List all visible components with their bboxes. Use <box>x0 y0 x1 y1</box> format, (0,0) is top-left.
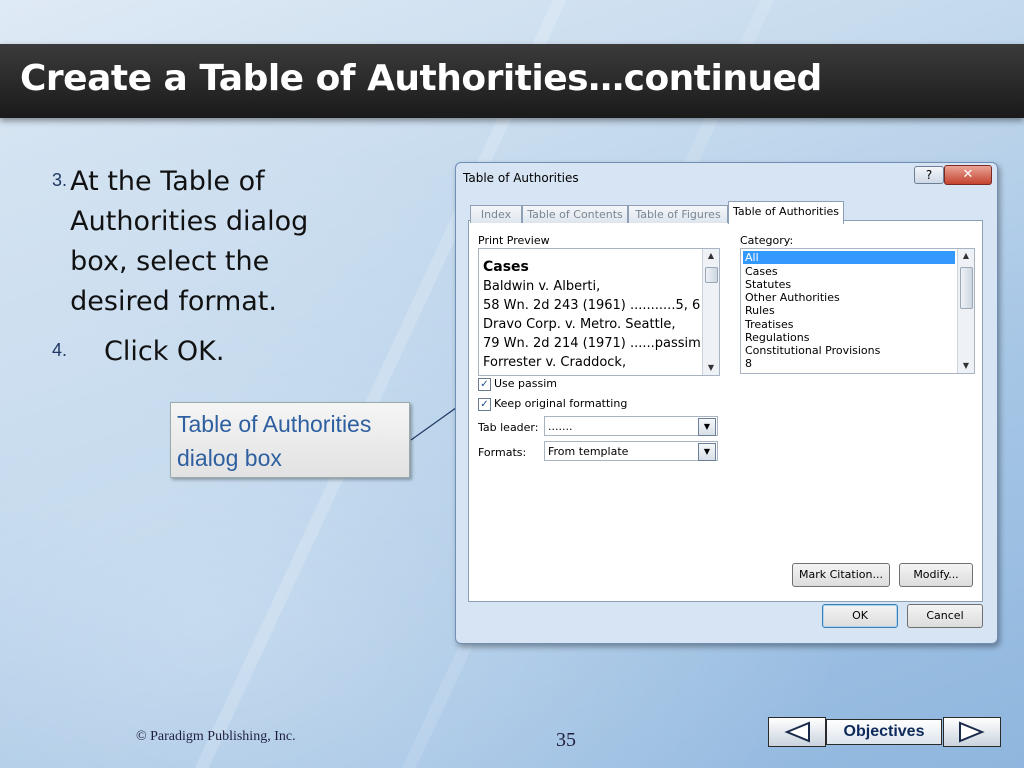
keep-formatting-label: Keep original formatting <box>494 397 628 410</box>
mark-citation-button[interactable]: Mark Citation... <box>792 563 890 587</box>
category-label: Category: <box>740 234 794 247</box>
print-preview-box[interactable]: Cases Baldwin v. Alberti, 58 Wn. 2d 243 … <box>478 248 720 376</box>
category-item-treatises[interactable]: Treatises <box>743 318 955 331</box>
help-button[interactable]: ? <box>914 166 944 184</box>
category-item-cases[interactable]: Cases <box>743 265 955 278</box>
objectives-button[interactable]: Objectives <box>826 719 942 745</box>
right-triangle-icon <box>959 721 985 743</box>
preview-line: 58 Wn. 2d 243 (1961) ...........5, 6 <box>483 298 701 313</box>
tab-table-of-figures[interactable]: Table of Figures <box>628 205 728 223</box>
slide-navigation: Objectives <box>768 717 1001 747</box>
scroll-thumb[interactable] <box>960 267 973 309</box>
scroll-up-icon[interactable]: ▲ <box>703 249 719 263</box>
page-number: 35 <box>556 729 576 751</box>
category-item-rules[interactable]: Rules <box>743 304 955 317</box>
copyright: © Paradigm Publishing, Inc. <box>136 729 296 744</box>
cancel-button[interactable]: Cancel <box>907 604 983 628</box>
dialog-title: Table of Authorities <box>463 171 579 185</box>
scroll-up-icon[interactable]: ▲ <box>958 249 974 263</box>
preview-scrollbar[interactable]: ▲ ▼ <box>702 249 719 375</box>
category-item-all[interactable]: All <box>743 251 955 264</box>
preview-line: Dravo Corp. v. Metro. Seattle, <box>483 317 676 332</box>
formats-value: From template <box>548 445 629 458</box>
preview-line: Forrester v. Craddock, <box>483 355 627 370</box>
preview-line: Baldwin v. Alberti, <box>483 279 601 294</box>
category-list[interactable]: All Cases Statutes Other Authorities Rul… <box>740 248 975 374</box>
scroll-thumb[interactable] <box>705 267 718 283</box>
category-item-regulations[interactable]: Regulations <box>743 331 955 344</box>
preview-heading: Cases <box>483 259 529 275</box>
use-passim-checkbox[interactable]: ✓ <box>478 378 491 391</box>
tab-leader-select[interactable]: ....... ▼ <box>544 416 718 436</box>
chevron-down-icon[interactable]: ▼ <box>698 443 716 461</box>
category-scrollbar[interactable]: ▲ ▼ <box>957 249 974 373</box>
keep-formatting-checkbox[interactable]: ✓ <box>478 398 491 411</box>
category-item-statutes[interactable]: Statutes <box>743 278 955 291</box>
chevron-down-icon[interactable]: ▼ <box>698 418 716 436</box>
category-item-8[interactable]: 8 <box>743 357 955 370</box>
scroll-down-icon[interactable]: ▼ <box>958 359 974 373</box>
formats-select[interactable]: From template ▼ <box>544 441 718 461</box>
table-of-authorities-dialog: Table of Authorities ? ✕ Index Table of … <box>455 162 998 644</box>
close-button[interactable]: ✕ <box>944 165 992 185</box>
ok-button[interactable]: OK <box>822 604 898 628</box>
callout-box: Table of Authorities dialog box <box>170 402 410 478</box>
left-triangle-icon <box>784 721 810 743</box>
modify-button[interactable]: Modify... <box>899 563 973 587</box>
preview-line: 79 Wn. 2d 214 (1971) ......passim <box>483 336 701 351</box>
tab-leader-value: ....... <box>548 420 573 433</box>
tab-index[interactable]: Index <box>470 205 522 223</box>
use-passim-label: Use passim <box>494 377 558 390</box>
category-item-constitutional-provisions[interactable]: Constitutional Provisions <box>743 344 955 357</box>
previous-slide-button[interactable] <box>768 717 826 747</box>
next-slide-button[interactable] <box>943 717 1001 747</box>
tab-table-of-contents[interactable]: Table of Contents <box>522 205 628 223</box>
scroll-down-icon[interactable]: ▼ <box>703 361 719 375</box>
tab-leader-label: Tab leader: <box>478 421 539 434</box>
tab-table-of-authorities[interactable]: Table of Authorities <box>728 201 844 224</box>
formats-label: Formats: <box>478 446 527 459</box>
print-preview-label: Print Preview <box>478 234 550 247</box>
category-item-other-authorities[interactable]: Other Authorities <box>743 291 955 304</box>
